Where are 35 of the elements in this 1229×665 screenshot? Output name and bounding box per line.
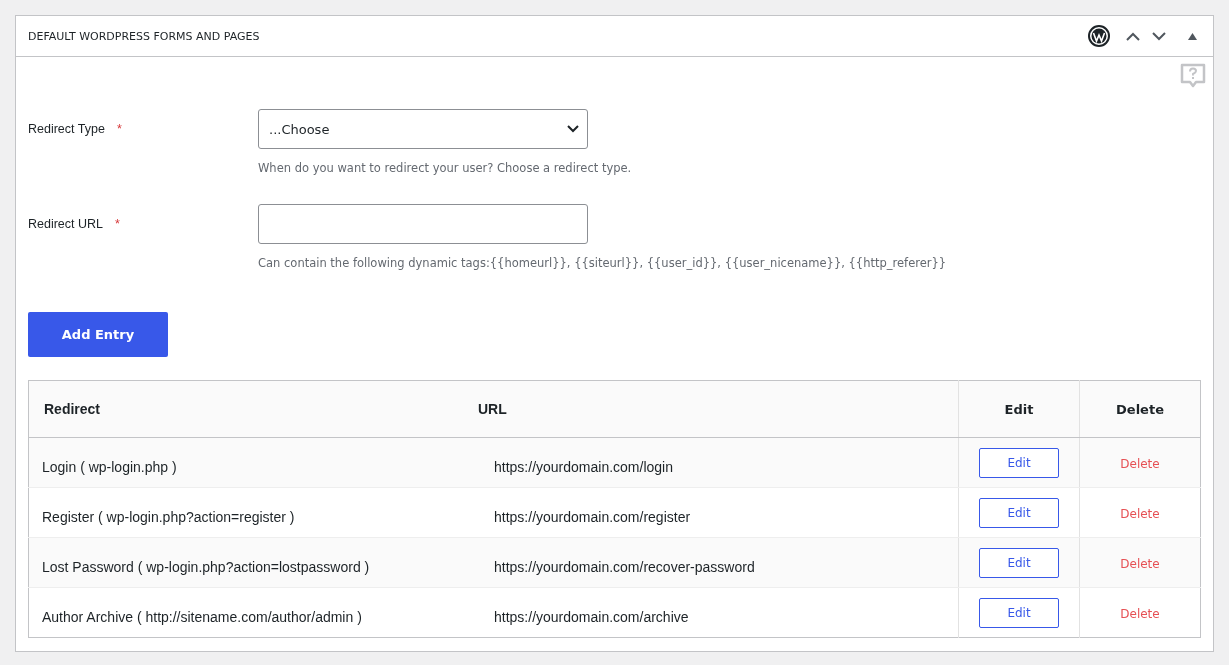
table-cell: Register ( wp-login.php?action=register ) <box>28 487 478 538</box>
move-down-icon[interactable] <box>1152 31 1166 41</box>
required-mark: * <box>116 122 122 136</box>
edit-button[interactable]: Edit <box>979 547 1059 578</box>
field-label: Redirect Type <box>28 122 105 136</box>
collapse-icon[interactable] <box>1188 32 1197 40</box>
table-cell: https://yourdomain.com/login <box>478 437 959 488</box>
delete-link[interactable]: Delete <box>1120 456 1160 471</box>
table-cell: Author Archive ( http://sitename.com/author/admin ) <box>28 587 478 638</box>
help-text: Can contain the following dynamic tags:{{homeurl}}, {{siteurl}}, {{user_id}}, {{user_nicename}}, {{http_referer}} <box>258 256 947 270</box>
table-cell: https://yourdomain.com/archive <box>478 587 959 638</box>
delete-link[interactable]: Delete <box>1120 506 1160 521</box>
column-header: URL <box>478 380 959 438</box>
delete-link[interactable]: Delete <box>1120 556 1160 571</box>
panel-title: DEFAULT WORDPRESS FORMS AND PAGES <box>28 29 260 43</box>
table-cell: Login ( wp-login.php ) <box>28 437 478 488</box>
move-up-icon[interactable] <box>1126 31 1140 41</box>
field-label: Redirect URL <box>28 217 104 231</box>
edit-button[interactable]: Edit <box>979 447 1059 478</box>
edit-button[interactable]: Edit <box>979 497 1059 528</box>
column-header: Redirect <box>28 380 478 438</box>
redirect-type-dropdown[interactable]: ...Choose <box>258 109 588 149</box>
required-mark: * <box>115 217 120 231</box>
help-text: When do you want to redirect your user? Choose a redirect type. <box>258 161 632 175</box>
column-header: Edit <box>958 380 1080 438</box>
chevron-down-icon <box>567 125 579 133</box>
table-cell: https://yourdomain.com/register <box>478 487 959 538</box>
wordpress-logo-icon <box>1088 25 1110 47</box>
table-cell: https://yourdomain.com/recover-password <box>478 537 959 588</box>
redirect-url-field[interactable] <box>258 204 588 244</box>
add-entry-button[interactable]: Add Entry <box>28 312 168 357</box>
table-cell: Lost Password ( wp-login.php?action=lostpassword ) <box>28 537 478 588</box>
column-header: Delete <box>1079 380 1201 438</box>
delete-link[interactable]: Delete <box>1120 606 1160 621</box>
edit-button[interactable]: Edit <box>979 597 1059 628</box>
